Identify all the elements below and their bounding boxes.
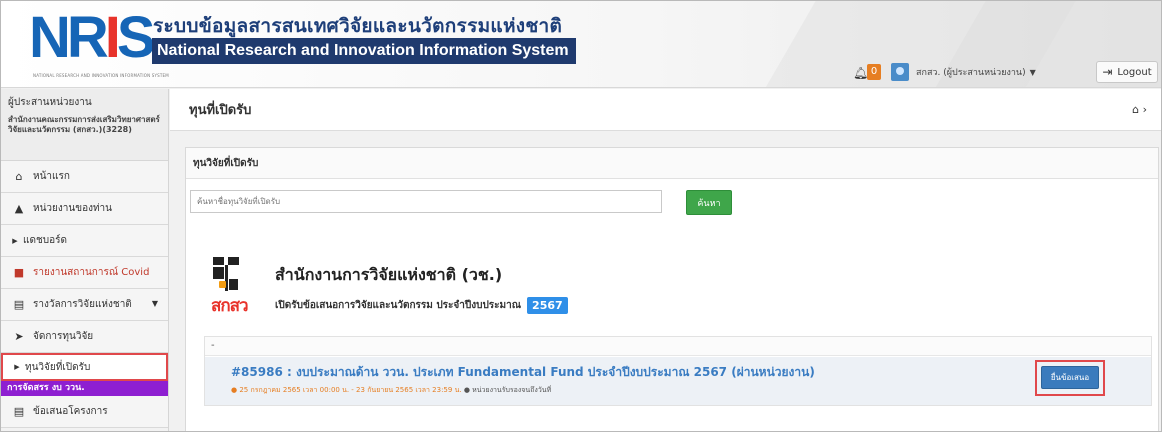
- agency-name: สำนักงานการวิจัยแห่งชาติ (วช.): [275, 265, 503, 284]
- fund-list: - #85986 : งบประมาณด้าน ววน. ประเภท Fund…: [204, 336, 1152, 406]
- sidebar-item-home[interactable]: ⌂ หน้าแรก: [1, 161, 168, 193]
- logout-label: Logout: [1117, 66, 1152, 78]
- sidebar-item-label: ข้อเสนอโครงการ: [33, 406, 108, 417]
- sidebar-item-manage-research-fund[interactable]: ➤ จัดการทุนวิจัย: [1, 321, 168, 353]
- user-role: ผู้ประสานหน่วยงาน: [8, 97, 92, 108]
- sidebar: ผู้ประสานหน่วยงาน สำนักงานคณะกรรมการส่งเ…: [1, 89, 169, 431]
- agency-logo-text: สกสว: [211, 296, 249, 316]
- sidebar-item-label: รางวัลการวิจัยแห่งชาติ: [33, 299, 132, 310]
- list-icon: ▤: [13, 298, 25, 311]
- site-title-thai: ระบบข้อมูลสารสนเทศวิจัยและนวัตกรรมแห่งชา…: [153, 15, 563, 37]
- chevron-down-icon: ▼: [1029, 67, 1036, 77]
- chevron-down-icon: ▼: [151, 299, 158, 308]
- notifications-button[interactable]: 🔔︎ 0: [853, 64, 887, 82]
- sidebar-item-national-research-award[interactable]: ▤ รางวัลการวิจัยแห่งชาติ ▼: [1, 289, 168, 321]
- nriis-logo[interactable]: NRIS NATIONAL RESEARCH AND INNOVATION IN…: [29, 9, 169, 79]
- user-name: สกสว. (ผู้ประสานหน่วยงาน): [916, 68, 1026, 78]
- fund-item: #85986 : งบประมาณด้าน ววน. ประเภท Fundam…: [205, 357, 1151, 405]
- home-icon: ⌂: [15, 170, 23, 183]
- page-title: ทุนที่เปิดรับ: [189, 103, 252, 118]
- clock-icon: ●: [463, 386, 470, 394]
- top-header: NRIS NATIONAL RESEARCH AND INNOVATION IN…: [1, 1, 1161, 88]
- logout-button[interactable]: ⇥ Logout: [1096, 61, 1158, 83]
- document-icon: ▤: [13, 405, 25, 418]
- panel-title: ทุนวิจัยที่เปิดรับ: [186, 148, 1158, 179]
- logo-wordmark: NRIS: [29, 5, 156, 70]
- sidebar-section-header: การจัดสรร งบ ววน.: [1, 381, 168, 396]
- list-header: -: [205, 337, 1151, 356]
- breadcrumb-home-icon[interactable]: ⌂ ›: [1132, 103, 1147, 116]
- user-menu[interactable]: สกสว. (ผู้ประสานหน่วยงาน) ▼: [891, 62, 1087, 82]
- logout-icon: ⇥: [1102, 65, 1113, 79]
- building-icon: ▲: [14, 202, 24, 215]
- agency-subtitle: เปิดรับข้อเสนอการวิจัยและนวัตกรรม ประจำป…: [275, 297, 568, 314]
- fund-meta: ● 25 กรกฎาคม 2565 เวลา 00:00 น. - 23 กัน…: [231, 385, 551, 396]
- agency-block: สกสว สำนักงานการวิจัยแห่งชาติ (วช.) เปิด…: [211, 251, 813, 331]
- sidebar-item-label: จัดการทุนวิจัย: [33, 331, 94, 342]
- sidebar-user-info: ผู้ประสานหน่วยงาน สำนักงานคณะกรรมการส่งเ…: [1, 89, 168, 161]
- bell-icon: 🔔︎: [853, 66, 869, 80]
- open-funds-panel: ทุนวิจัยที่เปิดรับ ค้นหา สกสว สำนักงานกา…: [185, 147, 1159, 431]
- sidebar-item-your-agency[interactable]: ▲ หน่วยงานของท่าน: [1, 193, 168, 225]
- agency-logo: สกสว: [211, 257, 255, 317]
- app-window: NRIS NATIONAL RESEARCH AND INNOVATION IN…: [0, 0, 1162, 432]
- fund-dates: 25 กรกฎาคม 2565 เวลา 00:00 น. - 23 กันยา…: [239, 386, 462, 394]
- sidebar-item-project-proposal[interactable]: ▤ ข้อเสนอโครงการ: [1, 396, 168, 428]
- logo-subtext: NATIONAL RESEARCH AND INNOVATION INFORMA…: [33, 73, 169, 78]
- chevron-right-icon: ▶: [14, 363, 20, 371]
- sidebar-item-label: หน่วยงานของท่าน: [33, 203, 113, 214]
- main-content: ทุนที่เปิดรับ ⌂ › ทุนวิจัยที่เปิดรับ ค้น…: [170, 89, 1161, 431]
- submit-proposal-button[interactable]: ยื่นข้อเสนอ: [1041, 366, 1099, 389]
- page-header: ทุนที่เปิดรับ ⌂ ›: [170, 89, 1161, 131]
- site-title-english: National Research and Innovation Informa…: [152, 38, 576, 64]
- megaphone-icon: ➤: [14, 330, 24, 343]
- clock-icon: ●: [231, 386, 238, 394]
- fund-note: หน่วยงานรับรองจนถึงวันที่: [472, 386, 552, 394]
- sidebar-item-open-research-funds[interactable]: ▶ ทุนวิจัยที่เปิดรับ: [1, 353, 168, 381]
- sidebar-item-label: รายงานสถานการณ์ Covid: [33, 267, 150, 278]
- report-icon: ■: [13, 266, 25, 279]
- fund-title-link[interactable]: #85986 : งบประมาณด้าน ววน. ประเภท Fundam…: [231, 363, 815, 382]
- agency-subtitle-text: เปิดรับข้อเสนอการวิจัยและนวัตกรรม ประจำป…: [275, 300, 522, 311]
- user-organization: สำนักงานคณะกรรมการส่งเสริมวิทยาศาสตร์ วิ…: [8, 115, 160, 134]
- sidebar-item-covid-report[interactable]: ■ รายงานสถานการณ์ Covid: [1, 257, 168, 289]
- search-button[interactable]: ค้นหา: [686, 190, 732, 215]
- avatar: [891, 63, 909, 81]
- search-input[interactable]: [190, 190, 662, 213]
- fiscal-year-badge: 2567: [527, 297, 568, 314]
- sidebar-item-label: แดชบอร์ด: [23, 235, 67, 246]
- sidebar-item-label: ทุนวิจัยที่เปิดรับ: [25, 361, 91, 373]
- sidebar-item-label: หน้าแรก: [33, 171, 70, 182]
- notification-count-badge: 0: [867, 64, 881, 80]
- chevron-right-icon: ▶: [12, 236, 18, 245]
- sidebar-item-dashboard[interactable]: ▶ แดชบอร์ด: [1, 225, 168, 257]
